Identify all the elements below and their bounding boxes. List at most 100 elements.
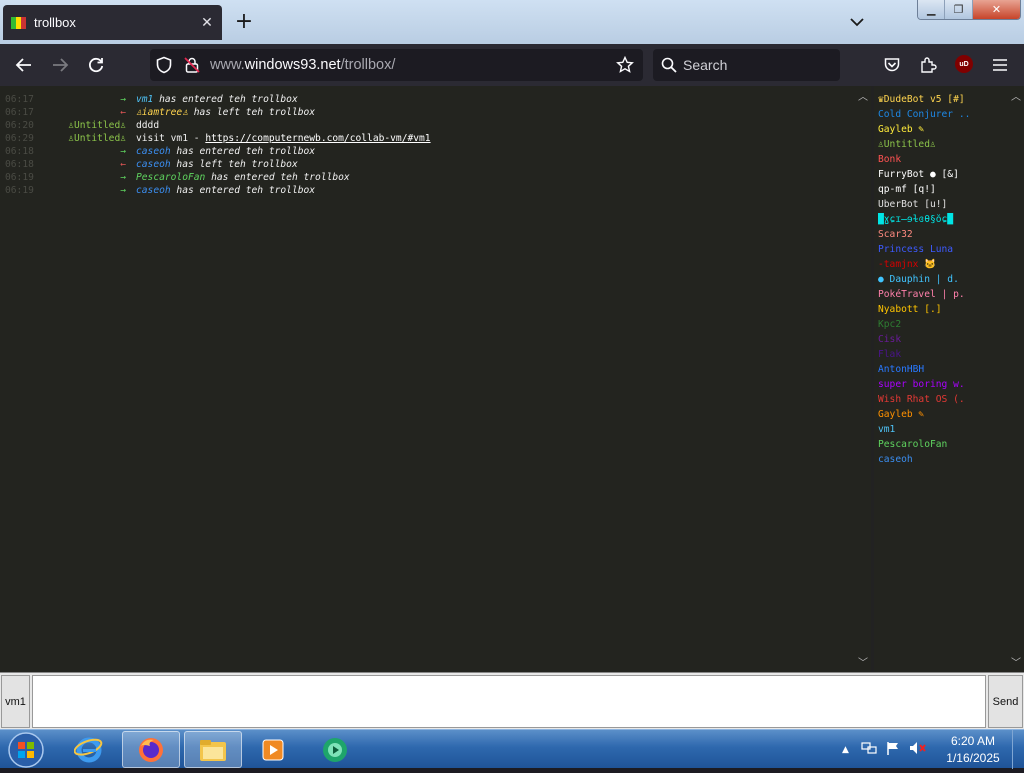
browser-nav-bar: www.windows93.net/trollbox/ Search uD [0, 44, 1024, 86]
message-nickname[interactable]: caseoh [136, 185, 171, 196]
extensions-puzzle-icon[interactable] [916, 53, 940, 77]
scroll-down-chevron-icon[interactable]: ﹀ [1011, 654, 1021, 669]
back-arrow-icon[interactable] [12, 53, 36, 77]
user-list-item[interactable]: FurryBot ● [&] [878, 168, 1000, 182]
user-list-item[interactable]: Scar32 [878, 228, 1000, 242]
scroll-up-chevron-icon[interactable]: ︿ [1011, 88, 1021, 103]
search-bar[interactable]: Search [653, 49, 840, 81]
message-nickname[interactable]: vm1 [136, 94, 153, 105]
ublock-origin-icon[interactable]: uD [955, 55, 973, 73]
user-list-item[interactable]: Cisk [878, 333, 1000, 347]
close-tab-icon[interactable]: ✕ [196, 15, 218, 31]
reload-icon[interactable] [84, 53, 108, 77]
user-list-item[interactable]: AntonHBH [878, 363, 1000, 377]
user-list-item[interactable]: ♙Untitled♙ [878, 138, 1000, 152]
leave-arrow-icon: ← [120, 107, 126, 118]
user-list: ♛DudeBot v5 [#] Cold Conjurer .. Gayleb ✎ ♙… [874, 86, 1024, 672]
taskbar-clock[interactable]: 6:20 AM 1/16/2025 [940, 733, 1006, 767]
user-list-item[interactable]: qp-mf [q!] [878, 183, 1000, 197]
message-link[interactable]: https://computernewb.com/collab-vm/#vm1 [205, 133, 430, 144]
show-desktop-button[interactable] [1012, 730, 1024, 769]
tab-title: trollbox [34, 15, 76, 30]
firefox-taskbar-icon[interactable] [122, 731, 180, 768]
user-list-item[interactable]: Bonk [878, 153, 1000, 167]
clock-time: 6:20 AM [950, 734, 996, 748]
message-nickname[interactable]: PescaroloFan [136, 172, 205, 183]
show-hidden-icons-chevron-icon[interactable]: ▲ [842, 745, 849, 755]
hamburger-menu-icon[interactable] [988, 53, 1012, 77]
media-player-icon[interactable] [244, 731, 302, 768]
user-list-item[interactable]: Nyabott [.] [878, 303, 1000, 317]
system-tray: ▲ [842, 730, 927, 769]
scroll-up-chevron-icon[interactable]: ︿ [858, 88, 868, 103]
scroll-down-chevron-icon[interactable]: ﹀ [858, 654, 868, 669]
forward-arrow-icon[interactable] [48, 53, 72, 77]
tracking-shield-icon[interactable] [152, 53, 176, 77]
message-text: dddd [136, 120, 160, 131]
join-arrow-icon: → [120, 172, 126, 183]
leave-arrow-icon: ← [120, 159, 126, 170]
message-timestamp: 06:18 [5, 159, 34, 170]
insecure-lock-icon[interactable] [180, 53, 204, 77]
message-timestamp: 06:20 [5, 120, 34, 131]
system-message: caseoh has entered teh trollbox [136, 184, 315, 197]
nickname-button[interactable]: vm1 [1, 675, 30, 728]
message-nickname[interactable]: ♙Untitled♙ [36, 132, 126, 145]
user-list-item[interactable]: ● Dauphin | d. [878, 273, 1000, 287]
system-message: caseoh has entered teh trollbox [136, 145, 315, 158]
close-window-button[interactable]: ✕ [972, 0, 1020, 19]
browser-tab-trollbox[interactable]: trollbox ✕ [3, 5, 222, 40]
message-nickname[interactable]: ♙iamtree♙ [136, 107, 188, 118]
join-arrow-icon: → [120, 146, 126, 157]
user-list-item[interactable]: Cold Conjurer .. [878, 108, 1000, 122]
message-timestamp: 06:17 [5, 94, 34, 105]
chat-message: 06:17 ← ♙iamtree♙ has left teh trollbox [0, 106, 855, 119]
message-timestamp: 06:18 [5, 146, 34, 157]
user-list-item[interactable]: ♛DudeBot v5 [#] [878, 93, 1000, 107]
message-nickname[interactable]: caseoh [136, 146, 171, 157]
user-list-item[interactable]: UberBot [u!] [878, 198, 1000, 212]
user-list-item[interactable]: super boring w. [878, 378, 1000, 392]
user-list-scrollbar[interactable]: ︿ ﹀ [1008, 86, 1024, 672]
file-explorer-icon[interactable] [184, 731, 242, 768]
url-bar[interactable]: www.windows93.net/trollbox/ [150, 49, 643, 81]
user-list-item[interactable]: Kpc2 [878, 318, 1000, 332]
tab-list-chevron-icon[interactable] [846, 10, 868, 34]
user-list-item[interactable]: Flak [878, 348, 1000, 362]
maximize-window-button[interactable]: ❐ [945, 0, 973, 19]
user-list-item[interactable]: caseoh [878, 453, 1000, 467]
minimize-window-button[interactable]: ▁ [918, 0, 946, 19]
start-button[interactable] [6, 731, 46, 769]
user-list-item[interactable]: PescaroloFan [878, 438, 1000, 452]
user-list-item[interactable]: Wish Rhat OS (. [878, 393, 1000, 407]
trollbox-favicon-icon [11, 16, 27, 30]
user-list-item[interactable]: Gayleb ✎ [878, 123, 1000, 137]
media-center-icon[interactable] [306, 731, 364, 768]
user-list-item[interactable]: Princess Luna [878, 243, 1000, 257]
user-list-item[interactable]: █ɣɕɪ̶ɘɫɞθ§ŏɕ█ [878, 213, 1000, 227]
network-icon[interactable] [861, 740, 877, 760]
internet-explorer-icon[interactable] [60, 731, 118, 768]
browser-tab-strip: trollbox ✕ + ▁ ❐ ✕ [0, 0, 1024, 44]
windows-taskbar: ▲ 6:20 AM 1/16/2025 [0, 729, 1024, 769]
user-list-item[interactable]: Gayleb ✎ [878, 408, 1000, 422]
message-input-row: vm1 Send [0, 672, 1024, 729]
system-message-text: has left teh trollbox [170, 159, 298, 170]
send-button[interactable]: Send [988, 675, 1023, 728]
chat-scrollbar[interactable]: ︿ ﹀ [855, 86, 871, 672]
action-center-flag-icon[interactable] [885, 740, 901, 760]
bookmark-star-icon[interactable] [613, 53, 637, 77]
message-nickname[interactable]: ♙Untitled♙ [36, 119, 126, 132]
pocket-icon[interactable] [880, 53, 904, 77]
system-message: vm1 has entered teh trollbox [136, 93, 298, 106]
new-tab-button[interactable]: + [233, 8, 255, 36]
message-nickname[interactable]: caseoh [136, 159, 171, 170]
user-list-item[interactable]: vm1 [878, 423, 1000, 437]
volume-muted-icon[interactable] [909, 740, 927, 760]
url-text[interactable]: www.windows93.net/trollbox/ [210, 57, 395, 73]
user-list-item[interactable]: -tamjnx 🐱 [878, 258, 1000, 272]
clock-date: 1/16/2025 [946, 751, 1000, 765]
chat-message: 06:18 ← caseoh has left teh trollbox [0, 158, 855, 171]
message-input[interactable] [32, 675, 986, 728]
user-list-item[interactable]: PokéTravel | p. [878, 288, 1000, 302]
